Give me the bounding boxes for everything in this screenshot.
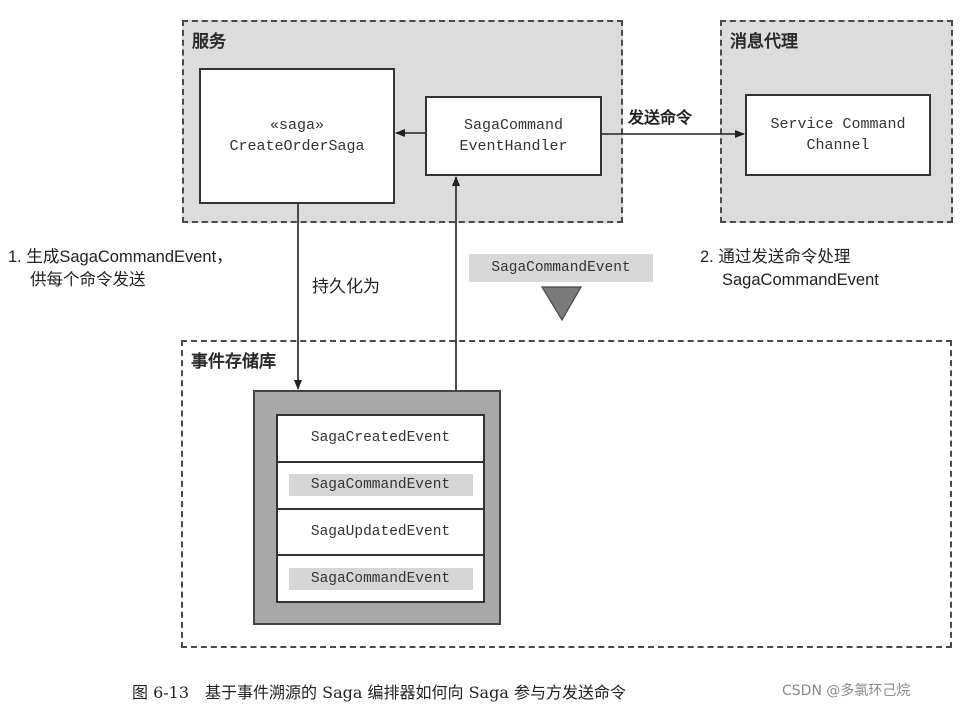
- step2-note: 2. 通过发送命令处理 SagaCommandEvent: [700, 246, 879, 292]
- event-row[interactable]: SagaCommandEvent: [278, 463, 483, 510]
- step1-note-line1: 1. 生成SagaCommandEvent，: [8, 248, 233, 266]
- channel-name-line2: Channel: [806, 137, 870, 154]
- event-label: SagaCommandEvent: [288, 474, 473, 497]
- send-command-label: 发送命令: [628, 108, 693, 127]
- figure-caption: 图 6-13 基于事件溯源的 Saga 编排器如何向 Saga 参与方发送命令: [132, 683, 626, 702]
- step1-note-line2: 供每个命令发送: [30, 271, 146, 289]
- saga-name: CreateOrderSaga: [229, 138, 365, 155]
- down-triangle-icon: [540, 286, 583, 322]
- channel-name-line1: Service Command: [770, 116, 906, 133]
- event-label: SagaCreatedEvent: [310, 430, 451, 447]
- event-label: SagaUpdatedEvent: [310, 523, 451, 540]
- service-command-channel-node[interactable]: Service Command Channel: [745, 94, 931, 176]
- handler-name-line2: EventHandler: [459, 138, 568, 155]
- saga-stereotype: «saga»: [269, 117, 324, 134]
- step2-note-line1: 2. 通过发送命令处理: [700, 248, 851, 266]
- event-label: SagaCommandEvent: [288, 567, 473, 590]
- event-store-zone-title: 事件存储库: [191, 352, 276, 372]
- step2-note-line2: SagaCommandEvent: [722, 271, 879, 289]
- event-row[interactable]: SagaCreatedEvent: [278, 416, 483, 463]
- saga-command-event-handler-node[interactable]: SagaCommand EventHandler: [425, 96, 602, 176]
- create-order-saga-node[interactable]: «saga» CreateOrderSaga: [199, 68, 395, 204]
- step1-note: 1. 生成SagaCommandEvent， 供每个命令发送: [8, 246, 233, 292]
- message-broker-zone-title: 消息代理: [730, 32, 798, 52]
- saga-command-event-tag: SagaCommandEvent: [469, 254, 653, 282]
- persist-as-label: 持久化为: [312, 277, 380, 297]
- watermark: CSDN @多氯环己烷: [782, 680, 911, 700]
- event-row[interactable]: SagaCommandEvent: [278, 556, 483, 601]
- event-row[interactable]: SagaUpdatedEvent: [278, 510, 483, 557]
- service-zone-title: 服务: [192, 32, 226, 52]
- handler-name-line1: SagaCommand: [463, 117, 564, 134]
- event-list: SagaCreatedEvent SagaCommandEvent SagaUp…: [276, 414, 485, 603]
